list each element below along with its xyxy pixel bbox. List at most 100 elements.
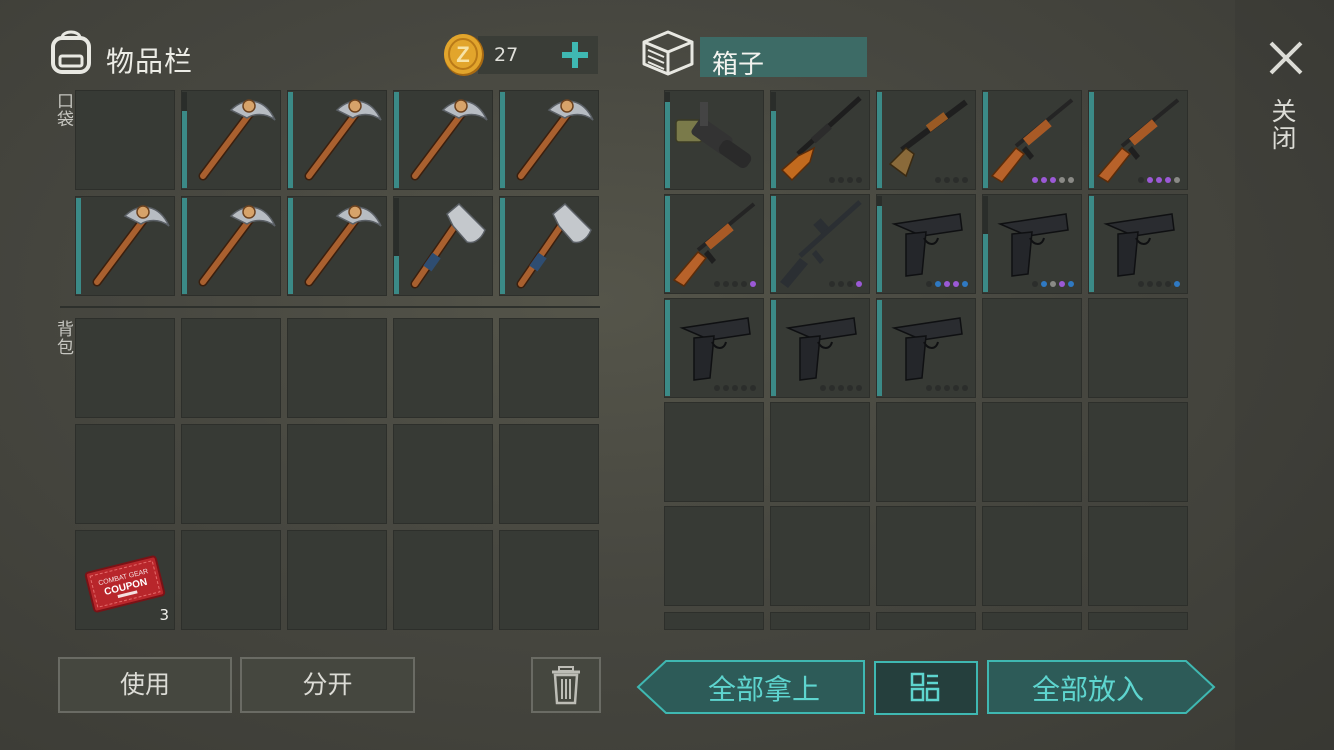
upgrade-dot: [1032, 177, 1038, 183]
upgrade-dot: [1059, 281, 1065, 287]
backpack-slot[interactable]: [181, 424, 281, 524]
upgrade-dot: [935, 385, 941, 391]
durability-bar: [288, 92, 293, 188]
upgrade-dot: [714, 281, 720, 287]
put-all-button[interactable]: 全部放入: [986, 659, 1216, 715]
box-slot[interactable]: [982, 90, 1082, 190]
pocket-slot[interactable]: [181, 196, 281, 296]
box-slot[interactable]: [664, 506, 764, 606]
box-slot[interactable]: [1088, 506, 1188, 606]
box-slot[interactable]: [770, 90, 870, 190]
pocket-slot[interactable]: [75, 90, 175, 190]
upgrade-dot: [838, 385, 844, 391]
backpack-slot[interactable]: [499, 318, 599, 418]
upgrade-dot: [847, 281, 853, 287]
box-slot[interactable]: [982, 194, 1082, 294]
backpack-slot[interactable]: [393, 318, 493, 418]
box-slot[interactable]: [770, 506, 870, 606]
upgrade-dot: [935, 281, 941, 287]
box-slot[interactable]: [982, 402, 1082, 502]
box-slot[interactable]: [982, 506, 1082, 606]
box-slot[interactable]: [770, 402, 870, 502]
box-slot[interactable]: [1088, 194, 1188, 294]
upgrade-dot: [847, 385, 853, 391]
backpack-slot[interactable]: [287, 424, 387, 524]
pocket-slot[interactable]: [499, 196, 599, 296]
durability-bar: [877, 300, 882, 396]
box-slot[interactable]: [664, 194, 764, 294]
durability-bar: [500, 198, 505, 294]
upgrade-dot: [935, 177, 941, 183]
durability-bar: [983, 234, 988, 292]
coin-count: 27: [494, 44, 519, 66]
box-slot[interactable]: [770, 298, 870, 398]
durability-bar: [182, 198, 187, 294]
upgrade-dot: [838, 281, 844, 287]
box-slot-partial: [664, 612, 764, 630]
pocket-slot[interactable]: [181, 90, 281, 190]
backpack-slot[interactable]: [287, 318, 387, 418]
box-icon: [640, 28, 696, 78]
box-slot[interactable]: [664, 90, 764, 190]
backpack-slot[interactable]: [287, 530, 387, 630]
upgrade-dots: [926, 281, 968, 287]
pocket-slot[interactable]: [393, 196, 493, 296]
backpack-label: 背包: [53, 320, 73, 356]
upgrade-dot: [1068, 281, 1074, 287]
backpack-slot[interactable]: [393, 424, 493, 524]
sort-button[interactable]: [874, 661, 978, 715]
box-slot[interactable]: [876, 506, 976, 606]
box-slot-partial: [876, 612, 976, 630]
upgrade-dot: [953, 177, 959, 183]
durability-bar: [771, 196, 776, 292]
box-slot[interactable]: [982, 298, 1082, 398]
use-button[interactable]: 使用: [58, 657, 232, 713]
upgrade-dots: [829, 177, 862, 183]
durability-bar: [76, 198, 81, 294]
pocket-slot[interactable]: [287, 90, 387, 190]
box-slot[interactable]: [1088, 298, 1188, 398]
backpack-slot[interactable]: [181, 318, 281, 418]
section-divider: [60, 306, 600, 308]
inventory-title: 物品栏: [106, 45, 194, 78]
backpack-slot[interactable]: [499, 424, 599, 524]
upgrade-dot: [1050, 177, 1056, 183]
box-slot[interactable]: [876, 90, 976, 190]
box-slot[interactable]: [770, 194, 870, 294]
upgrade-dot: [723, 385, 729, 391]
trash-button[interactable]: [531, 657, 601, 713]
upgrade-dot: [953, 281, 959, 287]
box-slot[interactable]: [876, 194, 976, 294]
box-slot[interactable]: [876, 298, 976, 398]
upgrade-dot: [1068, 177, 1074, 183]
backpack-slot[interactable]: [181, 530, 281, 630]
pocket-slot[interactable]: [287, 196, 387, 296]
box-slot[interactable]: [1088, 90, 1188, 190]
backpack-slot[interactable]: [75, 318, 175, 418]
pocket-slot[interactable]: [393, 90, 493, 190]
backpack-slot[interactable]: [393, 530, 493, 630]
backpack-slot[interactable]: COMBAT GEAR COUPON 3: [75, 530, 175, 630]
box-slot[interactable]: [664, 298, 764, 398]
box-slot[interactable]: [664, 402, 764, 502]
durability-bar: [1089, 196, 1094, 292]
split-button[interactable]: 分开: [240, 657, 415, 713]
box-slot[interactable]: [876, 402, 976, 502]
backpack-slot[interactable]: [499, 530, 599, 630]
pocket-slot[interactable]: [499, 90, 599, 190]
upgrade-dot: [1032, 281, 1038, 287]
backpack-slot[interactable]: [75, 424, 175, 524]
upgrade-dot: [962, 177, 968, 183]
pocket-slot[interactable]: [75, 196, 175, 296]
take-all-button[interactable]: 全部拿上: [636, 659, 866, 715]
upgrade-dot: [926, 281, 932, 287]
upgrade-dots: [1138, 281, 1180, 287]
upgrade-dot: [926, 385, 932, 391]
close-label[interactable]: 关闭: [1268, 98, 1300, 152]
add-coins-button[interactable]: [556, 36, 596, 74]
box-slot[interactable]: [1088, 402, 1188, 502]
upgrade-dot: [856, 385, 862, 391]
upgrade-dots: [1032, 281, 1074, 287]
close-button[interactable]: [1266, 38, 1306, 78]
upgrade-dot: [1156, 177, 1162, 183]
